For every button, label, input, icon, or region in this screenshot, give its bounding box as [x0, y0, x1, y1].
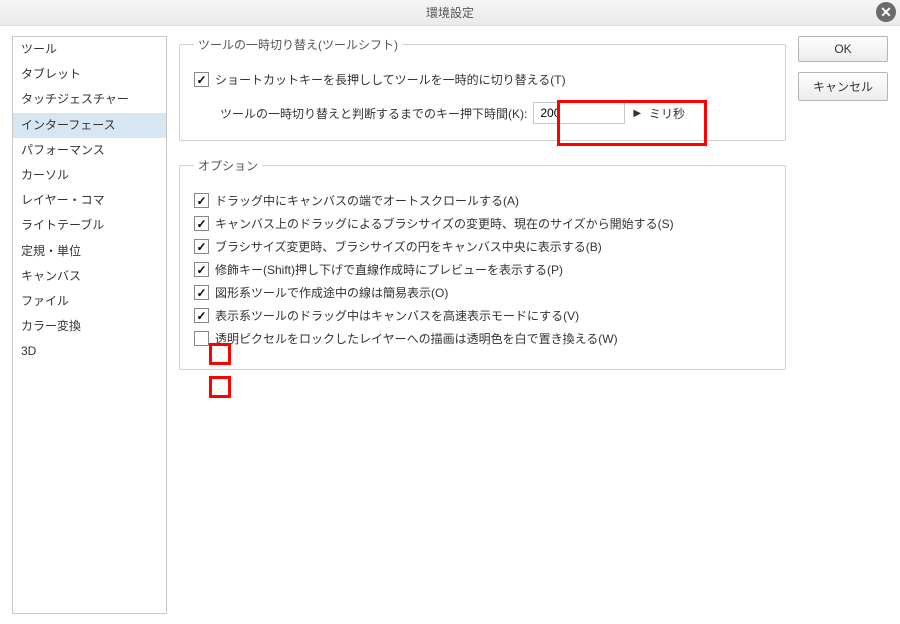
label-temp-switch: ショートカットキーを長押ししてツールを一時的に切り替える(T)	[215, 71, 566, 88]
row-option-simple-line: 図形系ツールで作成途中の線は簡易表示(O)	[194, 284, 771, 301]
sidebar-item-label: パフォーマンス	[21, 143, 105, 157]
row-option-shift-preview: 修飾キー(Shift)押し下げで直線作成時にプレビューを表示する(P)	[194, 261, 771, 278]
row-duration: ツールの一時切り替えと判断するまでのキー押下時間(K): ▶ ミリ秒	[220, 102, 771, 124]
label-option: 表示系ツールのドラッグ中はキャンバスを高速表示モードにする(V)	[215, 307, 579, 324]
close-icon: ✕	[880, 4, 892, 20]
group-options-legend: オプション	[194, 157, 262, 174]
group-toolshift-legend: ツールの一時切り替え(ツールシフト)	[194, 36, 402, 53]
sidebar-item-label: レイヤー・コマ	[21, 193, 105, 207]
label-duration: ツールの一時切り替えと判断するまでのキー押下時間(K):	[220, 105, 527, 122]
sidebar-item-label: 定規・単位	[21, 244, 81, 258]
sidebar-item-touch-gesture[interactable]: タッチジェスチャー	[13, 87, 166, 112]
sidebar-item-cursor[interactable]: カーソル	[13, 163, 166, 188]
checkbox-shift-preview[interactable]	[194, 262, 209, 277]
sidebar-item-label: ライトテーブル	[21, 218, 104, 232]
sidebar-item-label: カラー変換	[21, 319, 81, 333]
window-title: 環境設定	[426, 6, 474, 20]
ok-button-label: OK	[834, 42, 851, 56]
cancel-button[interactable]: キャンセル	[798, 72, 888, 101]
sidebar-item-label: ツール	[21, 42, 57, 56]
group-options: オプション ドラッグ中にキャンバスの端でオートスクロールする(A) キャンバス上…	[179, 157, 786, 370]
sidebar-item-canvas[interactable]: キャンバス	[13, 264, 166, 289]
cancel-button-label: キャンセル	[813, 80, 873, 94]
input-duration[interactable]	[533, 102, 625, 124]
checkbox-brushsize-start[interactable]	[194, 216, 209, 231]
highlight-box-fast-display	[209, 376, 231, 398]
close-button[interactable]: ✕	[876, 2, 896, 22]
label-option: ドラッグ中にキャンバスの端でオートスクロールする(A)	[215, 192, 519, 209]
sidebar-item-layer-frame[interactable]: レイヤー・コマ	[13, 188, 166, 213]
label-option: 修飾キー(Shift)押し下げで直線作成時にプレビューを表示する(P)	[215, 261, 563, 278]
label-option: キャンバス上のドラッグによるブラシサイズの変更時、現在のサイズから開始する(S)	[215, 215, 674, 232]
checkbox-simple-line[interactable]	[194, 285, 209, 300]
row-option-fast-display: 表示系ツールのドラッグ中はキャンバスを高速表示モードにする(V)	[194, 307, 771, 324]
sidebar-item-label: カーソル	[21, 168, 69, 182]
checkbox-transparent-white[interactable]	[194, 331, 209, 346]
sidebar-item-label: タッチジェスチャー	[21, 92, 129, 106]
row-temp-switch: ショートカットキーを長押ししてツールを一時的に切り替える(T)	[194, 71, 771, 88]
sidebar-item-light-table[interactable]: ライトテーブル	[13, 213, 166, 238]
checkbox-fast-display[interactable]	[194, 308, 209, 323]
row-option-autoscroll: ドラッグ中にキャンバスの端でオートスクロールする(A)	[194, 192, 771, 209]
checkbox-brushsize-center[interactable]	[194, 239, 209, 254]
sidebar-item-tool[interactable]: ツール	[13, 37, 166, 62]
titlebar: 環境設定 ✕	[0, 0, 900, 26]
content-area: ツール タブレット タッチジェスチャー インターフェース パフォーマンス カーソ…	[0, 26, 900, 624]
sidebar-item-ruler-unit[interactable]: 定規・単位	[13, 239, 166, 264]
sidebar-item-label: インターフェース	[21, 118, 116, 132]
spinner-arrow-icon[interactable]: ▶	[631, 108, 643, 119]
row-option-brushsize-center: ブラシサイズ変更時、ブラシサイズの円をキャンバス中央に表示する(B)	[194, 238, 771, 255]
checkbox-autoscroll[interactable]	[194, 193, 209, 208]
sidebar-item-label: ファイル	[21, 294, 69, 308]
row-option-brushsize-start: キャンバス上のドラッグによるブラシサイズの変更時、現在のサイズから開始する(S)	[194, 215, 771, 232]
sidebar-item-3d[interactable]: 3D	[13, 339, 166, 364]
label-option: 透明ピクセルをロックしたレイヤーへの描画は透明色を白で置き換える(W)	[215, 330, 618, 347]
dialog-buttons: OK キャンセル	[798, 36, 888, 614]
sidebar-item-performance[interactable]: パフォーマンス	[13, 138, 166, 163]
sidebar-item-label: タブレット	[21, 67, 81, 81]
group-toolshift: ツールの一時切り替え(ツールシフト) ショートカットキーを長押ししてツールを一時…	[179, 36, 786, 141]
sidebar-item-interface[interactable]: インターフェース	[13, 113, 166, 138]
ok-button[interactable]: OK	[798, 36, 888, 62]
checkbox-temp-switch[interactable]	[194, 72, 209, 87]
row-option-transparent-white: 透明ピクセルをロックしたレイヤーへの描画は透明色を白で置き換える(W)	[194, 330, 771, 347]
sidebar-item-color-conversion[interactable]: カラー変換	[13, 314, 166, 339]
sidebar-item-tablet[interactable]: タブレット	[13, 62, 166, 87]
label-option: 図形系ツールで作成途中の線は簡易表示(O)	[215, 284, 448, 301]
sidebar-item-label: キャンバス	[21, 269, 81, 283]
category-sidebar: ツール タブレット タッチジェスチャー インターフェース パフォーマンス カーソ…	[12, 36, 167, 614]
main-panel: ツールの一時切り替え(ツールシフト) ショートカットキーを長押ししてツールを一時…	[179, 36, 786, 614]
label-duration-unit: ミリ秒	[649, 105, 685, 122]
sidebar-item-label: 3D	[21, 344, 36, 358]
sidebar-item-file[interactable]: ファイル	[13, 289, 166, 314]
label-option: ブラシサイズ変更時、ブラシサイズの円をキャンバス中央に表示する(B)	[215, 238, 602, 255]
